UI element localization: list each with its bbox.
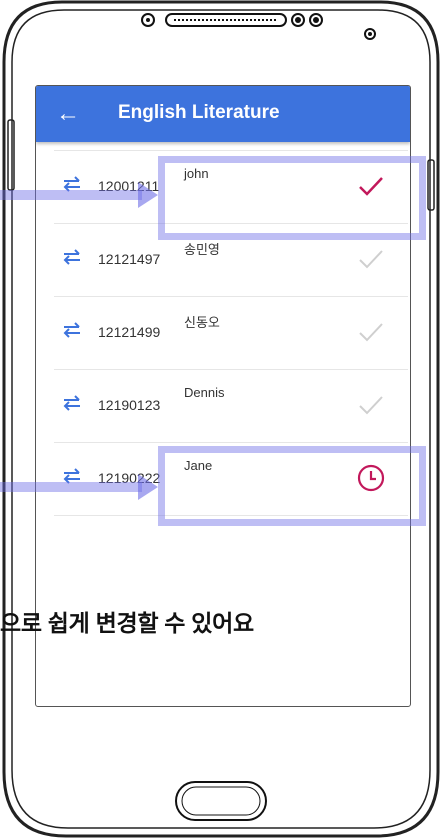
pointer-arrow-icon [0,182,158,208]
caption-text: 으로 쉽게 변경할 수 있어요 [0,610,254,636]
student-id: 12190123 [98,397,161,413]
student-name: 송민영 [184,242,220,257]
student-id: 12121497 [98,251,161,267]
pointer-arrow-icon [0,474,158,500]
student-name: Dennis [184,385,225,400]
student-name: 신동오 [184,315,220,330]
swap-icon[interactable] [62,321,82,339]
page-title: English Literature [118,102,280,123]
highlight-box-checked [158,156,426,240]
check-icon[interactable] [356,244,386,274]
check-icon[interactable] [356,390,386,420]
student-id: 12121499 [98,324,161,340]
list-item[interactable]: 12190123 Dennis [54,369,408,442]
swap-icon[interactable] [62,394,82,412]
check-icon[interactable] [356,317,386,347]
app-bar: ← English Literature [36,86,410,142]
arrow-left-icon[interactable]: ← [56,99,80,129]
highlight-box-pending [158,446,426,526]
list-item[interactable]: 12121499 신동오 [54,296,408,369]
swap-icon[interactable] [62,248,82,266]
